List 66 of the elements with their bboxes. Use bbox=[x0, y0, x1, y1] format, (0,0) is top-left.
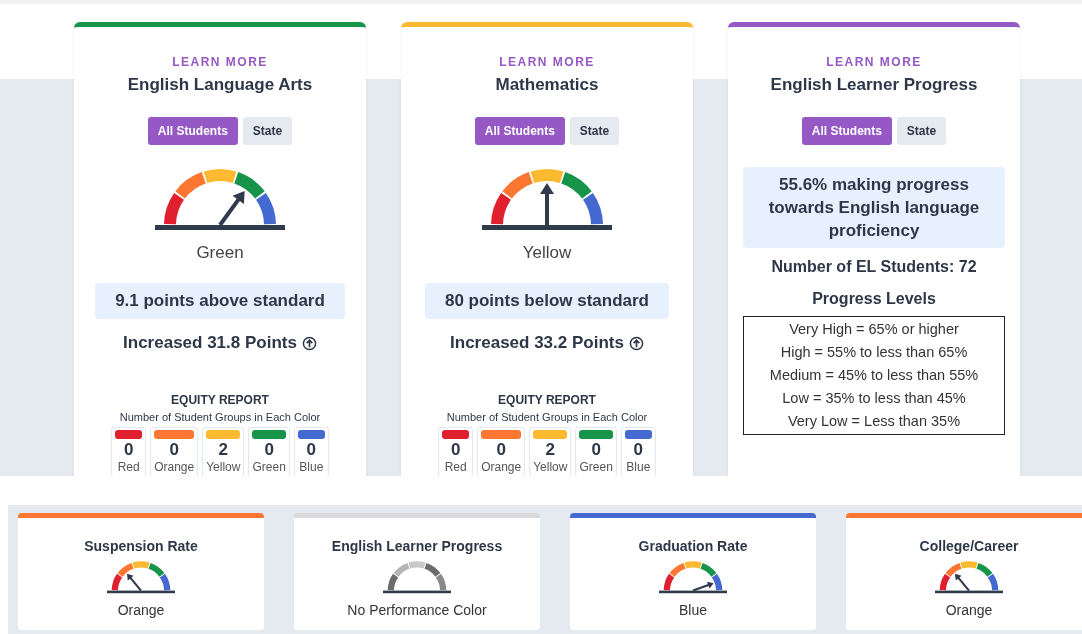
gauge-drawing bbox=[107, 560, 175, 594]
group-color-label: Green bbox=[579, 460, 613, 474]
group-color-label: Red bbox=[444, 460, 467, 474]
filter-button[interactable]: All Students bbox=[801, 117, 892, 145]
status-label: 80 points below standard bbox=[424, 283, 669, 319]
group-count: 0 bbox=[306, 439, 317, 460]
filter-button[interactable]: State bbox=[242, 117, 293, 145]
performance-color-label: Orange bbox=[945, 602, 993, 618]
performance-color-label: No Performance Color bbox=[347, 602, 487, 618]
group-color-label: Green bbox=[252, 460, 286, 474]
indicator-card[interactable]: Suspension Rate Orange bbox=[18, 513, 264, 630]
card-title: English Language Arts bbox=[127, 75, 313, 95]
progress-level-text: Very High = 65% or higher bbox=[788, 320, 960, 339]
equity-report-subtitle: Number of Student Groups in Each Color bbox=[119, 411, 321, 423]
progress-level-text: Low = 35% to less than 45% bbox=[781, 389, 967, 408]
group-color-label: Orange bbox=[481, 460, 522, 474]
filter-button[interactable]: State bbox=[569, 117, 620, 145]
group-count: 0 bbox=[123, 439, 134, 460]
equity-report-title: EQUITY REPORT bbox=[498, 393, 596, 407]
group-color-label: Red bbox=[117, 460, 140, 474]
performance-color-label: Blue bbox=[679, 602, 707, 618]
group-color-label: Yellow bbox=[206, 460, 241, 474]
gauge-drawing bbox=[659, 560, 727, 594]
learn-more-link[interactable]: LEARN MORE bbox=[499, 55, 595, 69]
indicator-title: English Learner Progress bbox=[331, 538, 503, 554]
card-title: English Learner Progress bbox=[770, 75, 978, 95]
card-title: Mathematics bbox=[495, 75, 599, 95]
equity-report-subtitle: Number of Student Groups in Each Color bbox=[446, 411, 648, 423]
indicator-title: Suspension Rate bbox=[84, 538, 198, 554]
progress-level-text: Very Low = Less than 35% bbox=[786, 412, 962, 431]
equity-report-title: EQUITY REPORT bbox=[171, 393, 269, 407]
filter-button[interactable]: All Students bbox=[147, 117, 238, 145]
status-label: 55.6% making progress towards English language proficiency bbox=[743, 167, 1005, 248]
change-label: Increased 31.8 Points bbox=[123, 333, 297, 353]
group-count: 0 bbox=[450, 439, 461, 460]
group-color-label: Orange bbox=[154, 460, 195, 474]
group-color-label: Blue bbox=[299, 460, 324, 474]
learn-more-link[interactable]: LEARN MORE bbox=[172, 55, 268, 69]
progress-level-text: Medium = 45% to less than 55% bbox=[768, 366, 980, 385]
group-count: 0 bbox=[169, 439, 179, 460]
performance-color-label: Orange bbox=[117, 602, 165, 618]
gauge-drawing bbox=[935, 560, 1003, 594]
group-color-label: Yellow bbox=[533, 460, 568, 474]
indicator-title: College/Career bbox=[919, 538, 1019, 554]
filter-button[interactable]: All Students bbox=[474, 117, 565, 145]
indicator-card[interactable]: Graduation Rate Blue bbox=[570, 513, 816, 630]
indicator-card[interactable]: College/Career Orange bbox=[846, 513, 1082, 630]
filter-button[interactable]: State bbox=[896, 117, 947, 145]
change-label: Increased 33.2 Points bbox=[450, 333, 624, 353]
gauge-drawing bbox=[383, 560, 451, 594]
group-count: 0 bbox=[633, 439, 644, 460]
group-count: 2 bbox=[218, 439, 229, 460]
performance-color-label: Green bbox=[196, 243, 244, 263]
performance-color-label: Yellow bbox=[522, 243, 572, 263]
progress-levels-title: Progress Levels bbox=[812, 290, 936, 308]
group-count: 2 bbox=[545, 439, 556, 460]
status-label: 9.1 points above standard bbox=[95, 283, 345, 319]
group-count: 0 bbox=[264, 439, 274, 460]
learn-more-link[interactable]: LEARN MORE bbox=[826, 55, 922, 69]
group-count: 0 bbox=[496, 439, 506, 460]
group-count: 0 bbox=[591, 439, 601, 460]
group-color-label: Blue bbox=[626, 460, 651, 474]
student-count: Number of EL Students: 72 bbox=[771, 258, 977, 276]
indicator-title: Graduation Rate bbox=[638, 538, 748, 554]
progress-level-text: High = 55% to less than 65% bbox=[779, 343, 969, 362]
indicator-card[interactable]: English Learner Progress No Performance Color bbox=[294, 513, 540, 630]
